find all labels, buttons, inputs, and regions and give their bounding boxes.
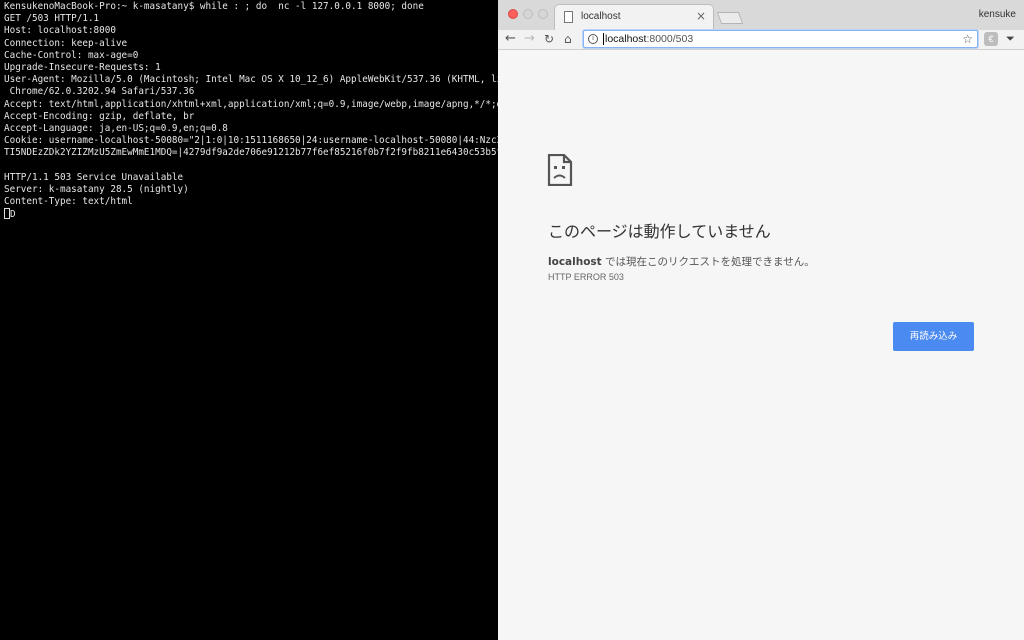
terminal-line: HTTP/1.1 503 Service Unavailable [4, 171, 184, 183]
tab-title: localhost [581, 11, 621, 22]
reload-button[interactable]: 再読み込み [893, 322, 974, 351]
terminal-line: Accept-Encoding: gzip, deflate, br [4, 110, 195, 122]
tab-bar: localhost × kensuke [498, 0, 1024, 30]
terminal-line: Chrome/62.0.3202.94 Safari/537.36 [4, 86, 195, 98]
terminal-line: Upgrade-Insecure-Requests: 1 [4, 62, 161, 74]
window-close-button[interactable] [508, 9, 518, 19]
profile-name[interactable]: kensuke [979, 9, 1016, 20]
terminal-line: Accept-Language: ja,en-US;q=0.9,en;q=0.8 [4, 123, 228, 135]
error-description: localhost では現在このリクエストを処理できません。 [548, 254, 815, 269]
address-path: :8000/503 [646, 33, 694, 45]
home-icon[interactable]: ⌂ [564, 31, 572, 47]
page-content: このページは動作していません localhost では現在このリクエストを処理で… [498, 50, 1024, 640]
terminal-line: Connection: keep-alive [4, 37, 128, 49]
forward-arrow-icon[interactable]: → [524, 31, 535, 47]
browser-window: localhost × kensuke ← → ↻ ⌂ i localhost:… [498, 0, 1024, 640]
sad-page-icon [547, 154, 573, 186]
error-title: このページは動作していません [548, 222, 771, 241]
address-bar[interactable]: i localhost:8000/503 ☆ [583, 30, 978, 48]
terminal-cursor-suffix: D [10, 209, 16, 221]
reload-icon[interactable]: ↻ [544, 31, 554, 47]
page-icon [564, 11, 573, 23]
terminal-line: Host: localhost:8000 [4, 25, 116, 37]
terminal-line: Accept: text/html,application/xhtml+xml,… [4, 98, 498, 110]
tab-localhost[interactable]: localhost × [554, 4, 714, 30]
new-tab-button[interactable] [716, 12, 744, 24]
terminal-line: GET /503 HTTP/1.1 [4, 13, 100, 25]
window-maximize-button[interactable] [538, 9, 548, 19]
terminal-line: Server: k-masatany 28.5 (nightly) [4, 184, 189, 196]
extension-filter-icon[interactable]: ⏷ [1006, 32, 1015, 46]
error-host: localhost [548, 256, 602, 268]
terminal-line: Cache-Control: max-age=0 [4, 49, 139, 61]
terminal-line: KensukenoMacBook-Pro:~ k-masatany$ while… [4, 1, 424, 12]
error-code: HTTP ERROR 503 [548, 272, 624, 282]
terminal-window[interactable]: KensukenoMacBook-Pro:~ k-masatany$ while… [0, 0, 498, 640]
error-message: では現在このリクエストを処理できません。 [601, 256, 815, 268]
extension-euro-icon[interactable]: € [984, 32, 998, 46]
terminal-output: KensukenoMacBook-Pro:~ k-masatany$ while… [0, 0, 498, 222]
window-minimize-button[interactable] [523, 9, 533, 19]
terminal-line: TI5NDEzZDk2YZIZMzU5ZmEwMmE1MDQ=|4279df9a… [4, 147, 498, 159]
browser-toolbar: ← → ↻ ⌂ i localhost:8000/503 ☆ € ⏷ [498, 30, 1024, 50]
back-arrow-icon[interactable]: ← [505, 31, 516, 47]
address-url[interactable]: localhost:8000/503 [603, 33, 693, 45]
terminal-line: User-Agent: Mozilla/5.0 (Macintosh; Inte… [4, 74, 498, 86]
bookmark-star-icon[interactable]: ☆ [962, 32, 973, 46]
terminal-line: Content-Type: text/html [4, 196, 133, 208]
tab-close-icon[interactable]: × [696, 9, 706, 23]
terminal-line: Cookie: username-localhost-50080="2|1:0|… [4, 135, 498, 147]
address-host: localhost [605, 33, 647, 45]
info-icon[interactable]: i [588, 34, 598, 44]
